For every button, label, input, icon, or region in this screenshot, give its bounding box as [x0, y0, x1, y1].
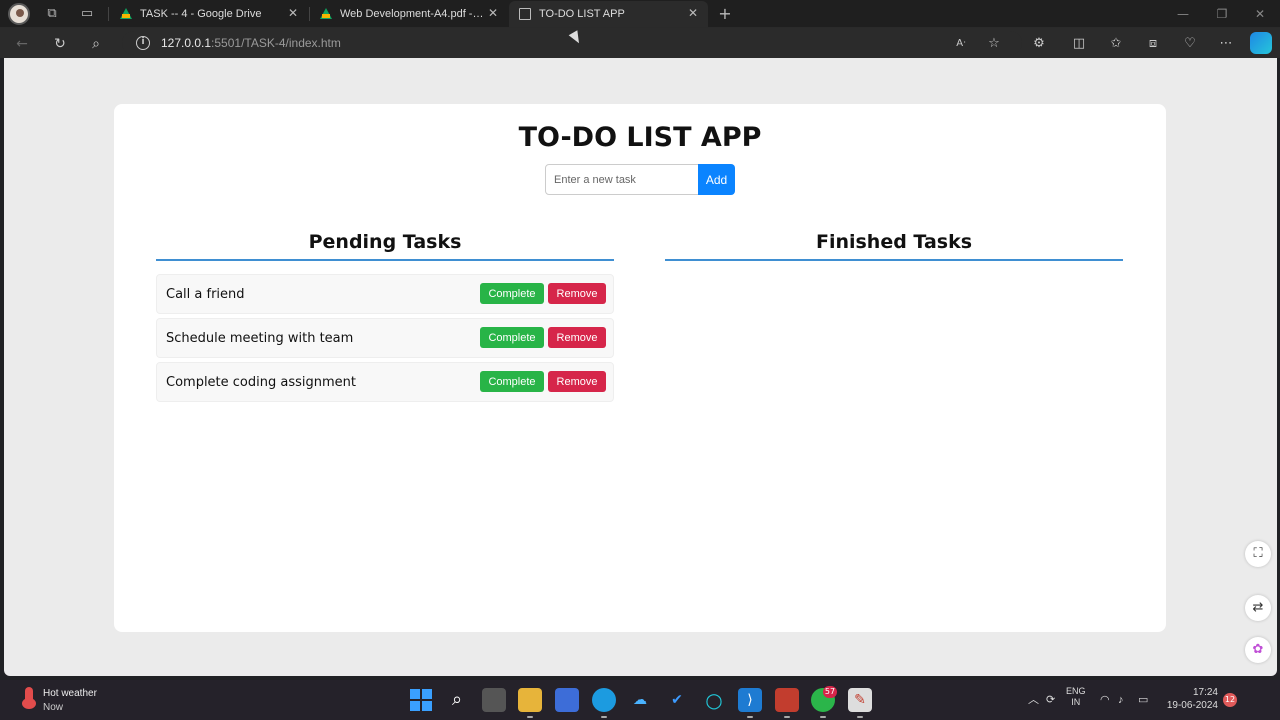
more-menu-icon[interactable]: ⋯ [1217, 35, 1235, 53]
google-drive-icon [120, 8, 132, 20]
whatsapp-badge: 57 [823, 686, 837, 698]
tab-web-development-pdf[interactable]: Web Development-A4.pdf - Goo ✕ [310, 1, 508, 27]
store-icon[interactable] [555, 688, 579, 712]
minimize-icon[interactable]: — [1175, 6, 1191, 22]
browser-essentials-icon[interactable]: ♡ [1181, 35, 1199, 53]
notification-badge[interactable]: 12 [1223, 693, 1237, 707]
close-tab-icon[interactable]: ✕ [486, 6, 500, 20]
task-item: Complete coding assignment Complete Remo… [156, 362, 614, 402]
task-text: Call a friend [166, 287, 245, 302]
cortana-icon[interactable]: ○ [702, 688, 726, 712]
screenshot-icon[interactable]: ⛶ [1245, 541, 1271, 567]
file-explorer-icon[interactable] [518, 688, 542, 718]
pending-tasks-heading: Pending Tasks [308, 231, 462, 253]
tab-title: Web Development-A4.pdf - Goo [340, 8, 486, 20]
todo-app-icon[interactable]: ✔ [665, 688, 689, 712]
volume-icon[interactable]: ♪ [1118, 692, 1124, 708]
region-code: IN [1071, 697, 1081, 707]
ai-brain-icon[interactable]: ✿ [1245, 637, 1271, 663]
read-aloud-icon[interactable]: Aᐧ [952, 35, 970, 53]
sync-icon[interactable]: ⟳ [1046, 692, 1055, 708]
onedrive-icon[interactable]: ☁ [628, 688, 652, 712]
google-drive-icon [320, 8, 332, 20]
workspaces-icon[interactable]: ⧉ [44, 6, 60, 22]
task-text: Schedule meeting with team [166, 331, 354, 346]
remove-button[interactable]: Remove [548, 327, 606, 348]
site-info-icon[interactable]: i [136, 36, 150, 50]
url-text[interactable]: 127.0.0.1:5501/TASK-4/index.htm [161, 36, 341, 50]
browser-tab-bar: ⧉ ▭ TASK -- 4 - Google Drive ✕ Web Devel… [0, 0, 1280, 28]
new-task-input[interactable] [545, 164, 699, 195]
search-icon[interactable]: ⌕ [87, 35, 105, 53]
tab-google-drive[interactable]: TASK -- 4 - Google Drive ✕ [110, 1, 308, 27]
url-path: :5501/TASK-4/index.htm [211, 36, 341, 50]
task-item: Schedule meeting with team Complete Remo… [156, 318, 614, 358]
close-window-icon[interactable]: ✕ [1252, 6, 1268, 22]
refresh-icon[interactable]: ↻ [51, 35, 69, 53]
tab-separator [108, 7, 109, 21]
complete-button[interactable]: Complete [480, 371, 544, 392]
url-host: 127.0.0.1 [161, 36, 212, 50]
show-hidden-icons-icon[interactable]: ︿ [1028, 692, 1039, 708]
wifi-icon[interactable]: ◠ [1100, 692, 1110, 708]
tab-todo-app[interactable]: TO-DO LIST APP ✕ [509, 1, 708, 27]
weather-subtitle[interactable]: Now [43, 702, 63, 713]
maximize-icon[interactable]: ❐ [1214, 6, 1230, 22]
thermometer-icon[interactable] [20, 687, 38, 709]
favorites-icon[interactable]: ✩ [1107, 35, 1125, 53]
translate-icon[interactable]: ⇄ [1245, 595, 1271, 621]
remove-button[interactable]: Remove [548, 371, 606, 392]
tab-title: TO-DO LIST APP [539, 8, 625, 20]
finished-divider [665, 259, 1123, 261]
close-tab-icon[interactable]: ✕ [286, 6, 300, 20]
finished-tasks-heading: Finished Tasks [815, 231, 973, 253]
remove-button[interactable]: Remove [548, 283, 606, 304]
pending-divider [156, 259, 614, 261]
collections-icon[interactable]: ⧈ [1144, 35, 1162, 53]
tab-actions-icon[interactable]: ▭ [79, 6, 95, 22]
search-icon[interactable]: ⌕ [445, 688, 469, 712]
clock[interactable]: 17:24 19-06-2024 [1166, 686, 1218, 711]
close-tab-icon[interactable]: ✕ [686, 6, 700, 20]
battery-icon[interactable]: ▭ [1138, 692, 1148, 708]
task-text: Complete coding assignment [166, 375, 356, 390]
complete-button[interactable]: Complete [480, 327, 544, 348]
vscode-icon[interactable]: ⟩ [738, 688, 762, 718]
windows-start-icon[interactable] [409, 688, 433, 712]
profile-avatar[interactable] [8, 3, 30, 25]
clock-date: 19-06-2024 [1166, 700, 1218, 711]
copilot-icon[interactable] [1250, 32, 1272, 54]
snipping-tool-icon[interactable]: ✎ [848, 688, 872, 718]
favorite-star-icon[interactable]: ☆ [985, 35, 1003, 53]
new-tab-icon[interactable]: + [717, 6, 733, 22]
extensions-icon[interactable]: ⚙ [1030, 35, 1048, 53]
tab-title: TASK -- 4 - Google Drive [140, 8, 262, 20]
task-item: Call a friend Complete Remove [156, 274, 614, 314]
weather-title[interactable]: Hot weather [43, 688, 97, 699]
document-icon [519, 8, 531, 20]
complete-button[interactable]: Complete [480, 283, 544, 304]
add-task-button[interactable]: Add [698, 164, 735, 195]
page-viewport: TO-DO LIST APP Add Pending Tasks Finishe… [4, 58, 1277, 676]
edge-browser-icon[interactable] [592, 688, 616, 718]
winrar-icon[interactable] [775, 688, 799, 718]
split-screen-icon[interactable]: ◫ [1070, 35, 1088, 53]
todo-app-container: TO-DO LIST APP Add Pending Tasks Finishe… [114, 104, 1166, 632]
task-view-icon[interactable] [482, 688, 506, 712]
language-indicator[interactable]: ENG IN [1066, 686, 1086, 707]
language-code: ENG [1066, 686, 1086, 696]
clock-time: 17:24 [1192, 687, 1218, 698]
page-title: TO-DO LIST APP [518, 122, 762, 153]
back-icon[interactable]: ← [13, 35, 31, 53]
windows-taskbar: Hot weather Now ⌕ ☁ ✔ ○ ⟩ ✎ ︿ ⟳ ENG IN ◠… [0, 680, 1280, 720]
browser-toolbar: ← ↻ ⌕ i 127.0.0.1:5501/TASK-4/index.htm … [0, 28, 1280, 58]
